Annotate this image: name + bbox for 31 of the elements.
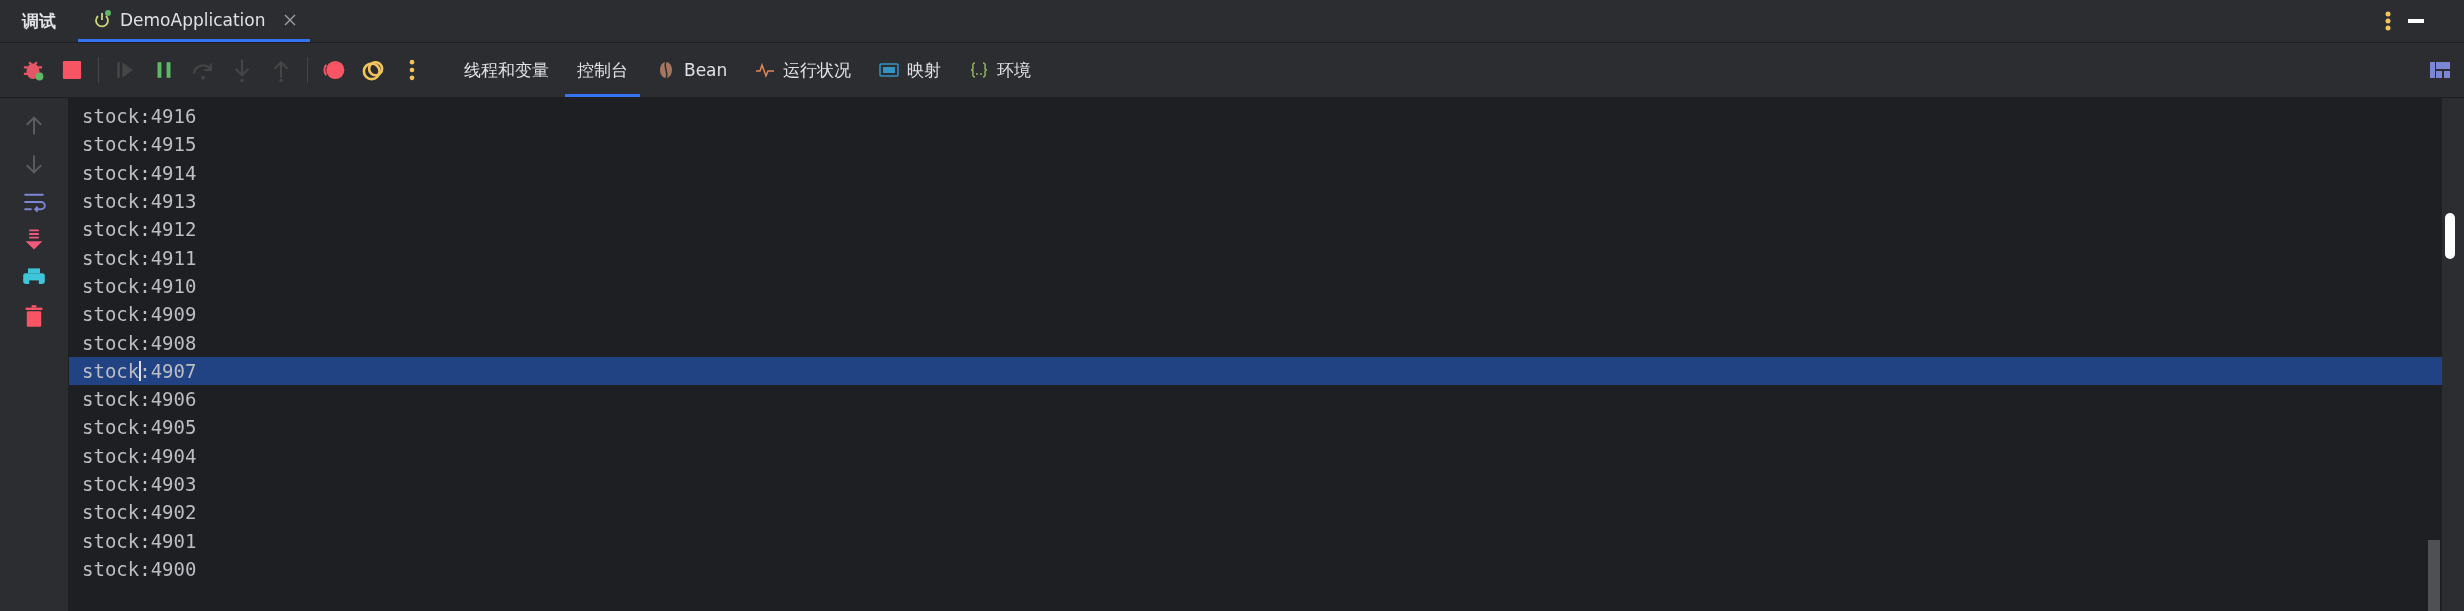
console-line: stock:4910 xyxy=(81,273,198,299)
scrollbar-thumb[interactable] xyxy=(2428,540,2440,611)
window-title: 调试 xyxy=(20,9,57,33)
console-line: stock:4906 xyxy=(81,387,198,413)
console-line: stock:4901 xyxy=(81,528,198,554)
console-line: stock:4915 xyxy=(81,132,198,158)
braces-icon xyxy=(969,60,990,80)
view-tab[interactable]: 线程和变量 xyxy=(452,43,561,97)
console-line: stock:4903 xyxy=(81,472,198,497)
close-icon[interactable] xyxy=(283,13,296,26)
console-line: stock:4902 xyxy=(81,500,198,526)
more-icon[interactable] xyxy=(2384,10,2392,32)
view-tab[interactable]: Bean xyxy=(644,43,740,97)
console-line: stock:4900 xyxy=(81,556,198,582)
console-line: stock:4914 xyxy=(81,160,198,186)
console-line: stock:4905 xyxy=(81,415,198,441)
layout-icon[interactable] xyxy=(2430,62,2450,78)
console-line: stock:4904 xyxy=(81,443,198,469)
console-line: stock:4916 xyxy=(81,104,198,130)
console-line: stock:4913 xyxy=(81,189,198,215)
console-line: stock:4911 xyxy=(81,245,198,271)
console-line: stock:4909 xyxy=(81,302,198,328)
api-icon xyxy=(879,60,900,80)
console-line: stock:4908 xyxy=(81,330,198,356)
power-icon xyxy=(92,9,112,30)
view-tab[interactable]: 映射 xyxy=(867,43,954,97)
panel-handle[interactable] xyxy=(2445,213,2455,259)
view-tab[interactable]: 环境 xyxy=(957,43,1044,97)
console-line: stock:4912 xyxy=(81,217,198,243)
view-tab[interactable]: 控制台 xyxy=(565,43,640,97)
view-tab[interactable]: 运行状况 xyxy=(743,43,864,97)
